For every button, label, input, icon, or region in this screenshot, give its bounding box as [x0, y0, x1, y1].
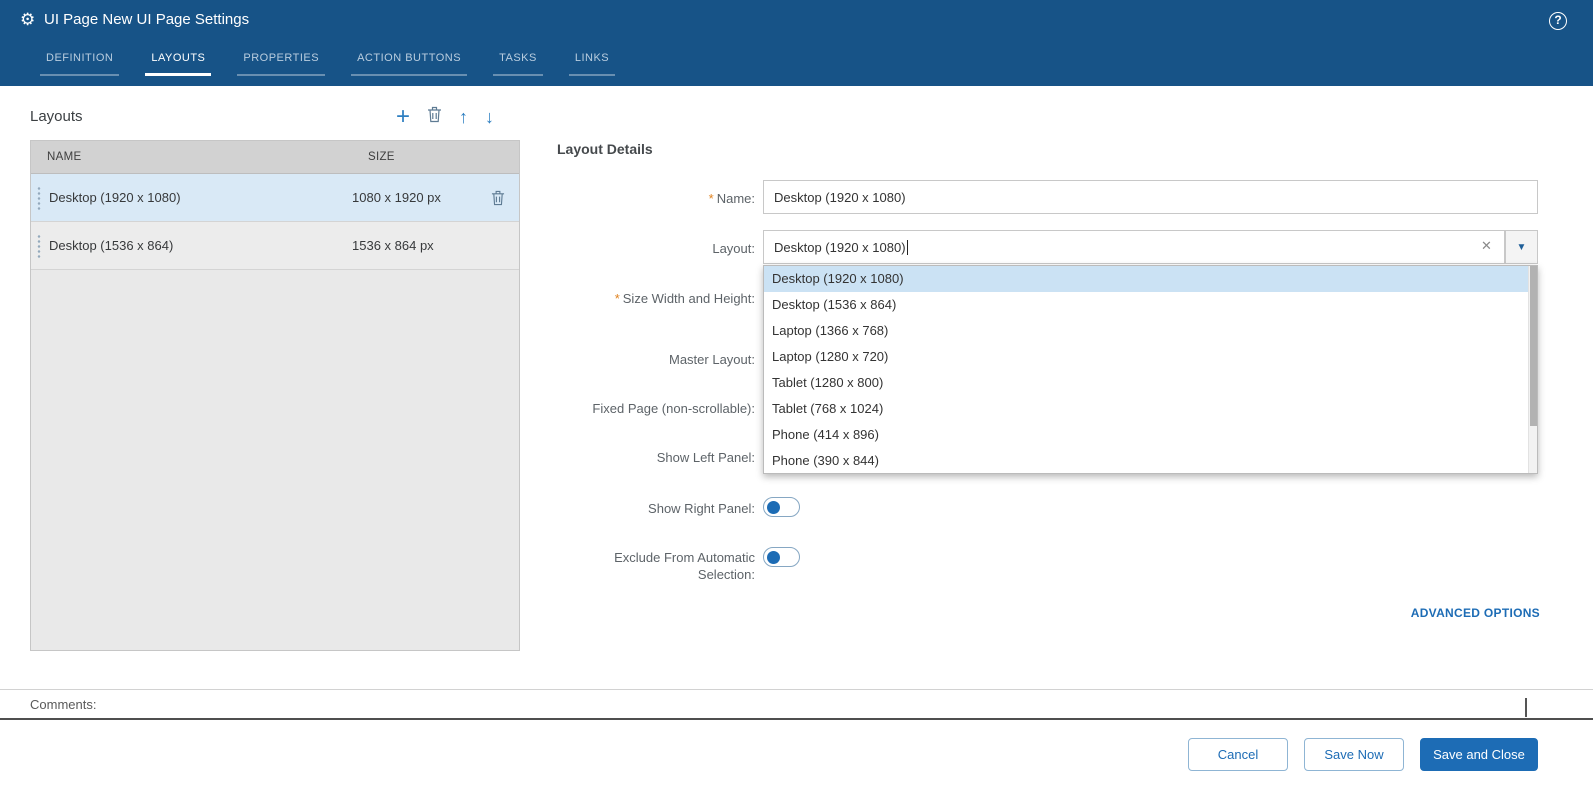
column-header-size: SIZE: [368, 151, 395, 163]
page-title: UI Page New UI Page Settings: [44, 11, 249, 28]
layout-details-title: Layout Details: [557, 141, 653, 157]
show-left-panel-label: Show Left Panel:: [535, 449, 755, 466]
text-caret: [907, 240, 908, 255]
column-header-name: NAME: [31, 151, 368, 163]
title-bar: ⚙ UI Page New UI Page Settings ?: [0, 0, 1593, 42]
layout-size-cell: 1080 x 1920 px: [352, 190, 441, 205]
layout-combobox-input[interactable]: Desktop (1920 x 1080): [763, 230, 1505, 264]
layout-name-cell: Desktop (1920 x 1080): [49, 190, 352, 205]
table-row[interactable]: Desktop (1920 x 1080) 1080 x 1920 px: [31, 174, 519, 222]
move-layout-down-button[interactable]: ↓: [485, 106, 494, 128]
dropdown-option[interactable]: Tablet (768 x 1024): [764, 396, 1537, 422]
layout-label-text: Layout:: [712, 241, 755, 256]
dropdown-option[interactable]: Phone (414 x 896): [764, 422, 1537, 448]
name-label: *Name:: [535, 190, 755, 207]
save-now-button[interactable]: Save Now: [1304, 738, 1404, 771]
master-layout-label: Master Layout:: [535, 351, 755, 368]
exclude-from-automatic-selection-label: Exclude From Automatic Selection:: [585, 549, 755, 583]
tab-layouts[interactable]: LAYOUTS: [145, 50, 211, 76]
exclude-from-automatic-selection-toggle[interactable]: [763, 547, 800, 567]
plus-icon: +: [396, 106, 410, 128]
fixed-page-label-text: Fixed Page (non-scrollable):: [592, 401, 755, 416]
exclude-label-text: Exclude From Automatic Selection:: [614, 550, 755, 582]
toggle-knob: [767, 501, 780, 514]
toggle-knob: [767, 551, 780, 564]
required-marker: *: [615, 291, 620, 306]
layout-combobox-value: Desktop (1920 x 1080): [774, 240, 906, 255]
layouts-toolbar: + ↑ ↓: [396, 104, 494, 130]
tab-definition[interactable]: DEFINITION: [40, 50, 119, 76]
layout-name-cell: Desktop (1536 x 864): [49, 238, 352, 253]
row-delete-button[interactable]: [491, 190, 505, 211]
layout-dropdown-list: Desktop (1920 x 1080) Desktop (1536 x 86…: [763, 265, 1538, 474]
layouts-panel-title: Layouts: [30, 108, 83, 125]
tab-links[interactable]: LINKS: [569, 50, 615, 76]
clear-button[interactable]: ✕: [1481, 238, 1492, 254]
dropdown-option[interactable]: Desktop (1920 x 1080): [764, 266, 1537, 292]
layout-combobox: Desktop (1920 x 1080) ✕ ▼: [763, 230, 1538, 264]
dropdown-scrollbar[interactable]: [1528, 266, 1537, 473]
drag-handle-icon[interactable]: [37, 186, 41, 210]
delete-layout-button[interactable]: [427, 106, 442, 128]
trash-icon: [491, 193, 505, 210]
fixed-page-label: Fixed Page (non-scrollable):: [535, 400, 755, 417]
dropdown-option[interactable]: Tablet (1280 x 800): [764, 370, 1537, 396]
show-right-panel-toggle[interactable]: [763, 497, 800, 517]
layouts-table-header: NAME SIZE: [31, 141, 519, 174]
size-label-text: Size Width and Height:: [623, 291, 755, 306]
gear-icon: ⚙: [20, 10, 35, 30]
required-marker: *: [709, 191, 714, 206]
tab-properties[interactable]: PROPERTIES: [237, 50, 325, 76]
chevron-down-icon: ▼: [1517, 242, 1527, 253]
layout-label: Layout:: [535, 240, 755, 257]
arrow-up-icon: ↑: [459, 106, 468, 128]
chevron-up-icon: [1525, 698, 1527, 717]
arrow-down-icon: ↓: [485, 106, 494, 128]
show-left-panel-label-text: Show Left Panel:: [657, 450, 755, 465]
save-and-close-button[interactable]: Save and Close: [1420, 738, 1538, 771]
dropdown-option[interactable]: Phone (390 x 844): [764, 448, 1537, 474]
tab-tasks[interactable]: TASKS: [493, 50, 543, 76]
name-input[interactable]: [763, 180, 1538, 214]
add-layout-button[interactable]: +: [396, 106, 410, 128]
show-right-panel-label-text: Show Right Panel:: [648, 501, 755, 516]
comments-label: Comments:: [30, 697, 96, 712]
tab-bar: DEFINITION LAYOUTS PROPERTIES ACTION BUT…: [0, 42, 1593, 86]
help-icon[interactable]: ?: [1549, 12, 1567, 30]
dropdown-option[interactable]: Laptop (1280 x 720): [764, 344, 1537, 370]
dropdown-option[interactable]: Laptop (1366 x 768): [764, 318, 1537, 344]
clear-icon: ✕: [1481, 238, 1492, 253]
tab-action-buttons[interactable]: ACTION BUTTONS: [351, 50, 467, 76]
dropdown-option[interactable]: Desktop (1536 x 864): [764, 292, 1537, 318]
table-row[interactable]: Desktop (1536 x 864) 1536 x 864 px: [31, 222, 519, 270]
advanced-options-link[interactable]: ADVANCED OPTIONS: [1411, 606, 1540, 620]
scrollbar-thumb[interactable]: [1530, 266, 1537, 426]
layout-size-cell: 1536 x 864 px: [352, 238, 434, 253]
drag-handle-icon[interactable]: [37, 234, 41, 258]
cancel-button[interactable]: Cancel: [1188, 738, 1288, 771]
dropdown-toggle-button[interactable]: ▼: [1505, 230, 1538, 264]
name-label-text: Name:: [717, 191, 755, 206]
move-layout-up-button[interactable]: ↑: [459, 106, 468, 128]
master-layout-label-text: Master Layout:: [669, 352, 755, 367]
show-right-panel-label: Show Right Panel:: [535, 500, 755, 517]
layouts-table: NAME SIZE Desktop (1920 x 1080) 1080 x 1…: [30, 140, 520, 651]
comments-bar: Comments:: [0, 689, 1593, 720]
trash-icon: [427, 106, 442, 128]
size-label: *Size Width and Height:: [535, 290, 755, 307]
collapse-comments-button[interactable]: [1525, 700, 1537, 712]
